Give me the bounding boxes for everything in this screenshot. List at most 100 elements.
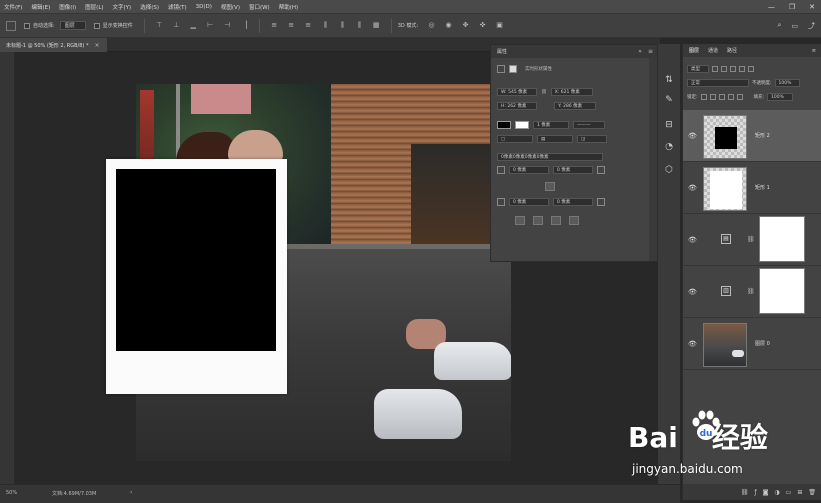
close-tab-icon[interactable]: × [94, 42, 99, 49]
collapse-icon[interactable]: » [638, 48, 642, 55]
tab-layers[interactable]: 图层 [689, 47, 699, 54]
align-left-icon[interactable]: ⊢ [206, 21, 215, 30]
filter-adjustment-icon[interactable] [721, 66, 727, 72]
distribute-top-icon[interactable]: ≡ [270, 21, 279, 30]
opacity-field[interactable]: 100% [774, 79, 801, 87]
align-hcenter-icon[interactable]: ⊣ [223, 21, 232, 30]
3d-slide-icon[interactable]: ✜ [478, 21, 487, 30]
3d-rotate-icon[interactable]: ◎ [427, 21, 436, 30]
close-button[interactable]: ✕ [809, 3, 815, 11]
link-icon[interactable]: ⛓ [541, 90, 547, 95]
zoom-level[interactable]: 50% [6, 490, 17, 496]
document-tab[interactable]: 未标题-1 @ 50% (矩形 2, RGB/8) * × [0, 38, 108, 52]
menu-layer[interactable]: 图层(L) [85, 3, 103, 11]
auto-select-target-dropdown[interactable]: 图层 [59, 21, 86, 30]
intersect-shapes-button[interactable] [551, 216, 561, 225]
width-field[interactable]: W: 545 像素 [497, 88, 537, 96]
3d-roll-icon[interactable]: ◉ [444, 21, 453, 30]
properties-header[interactable]: 属性 [491, 45, 657, 58]
menu-view[interactable]: 视图(V) [221, 3, 240, 11]
3d-drag-icon[interactable]: ✥ [461, 21, 470, 30]
combine-shapes-button[interactable] [515, 216, 525, 225]
align-bottom-icon[interactable]: ▁ [189, 21, 198, 30]
brush-icon[interactable]: ✎ [663, 94, 675, 106]
adjustments-icon[interactable]: ⇅ [663, 74, 675, 86]
auto-align-icon[interactable]: ▦ [372, 21, 381, 30]
align-vcenter-icon[interactable]: ⊥ [172, 21, 181, 30]
layer-row[interactable]: 👁 ▥ ⛓ [683, 266, 821, 318]
tab-paths[interactable]: 路径 [727, 47, 737, 54]
exclude-shapes-button[interactable] [569, 216, 579, 225]
layer-mask-thumbnail[interactable] [759, 268, 805, 314]
3d-scale-icon[interactable]: ▣ [495, 21, 504, 30]
lock-transparency-icon[interactable] [700, 94, 707, 100]
transform-icon[interactable] [497, 65, 505, 73]
black-rectangle-shape[interactable] [116, 169, 276, 351]
distribute-hcenter-icon[interactable]: ⫼ [338, 21, 347, 30]
properties-icon[interactable]: ⊟ [663, 119, 675, 131]
tab-channels[interactable]: 通道 [708, 47, 718, 54]
workspace-icon[interactable]: ▭ [791, 22, 798, 30]
layer-filter-dropdown[interactable]: 类型 [687, 65, 709, 73]
history-icon[interactable]: ◔ [663, 141, 675, 153]
corner-bottom-left-field[interactable]: 0 像素 [509, 198, 549, 206]
align-right-icon[interactable]: ▕ [240, 21, 249, 30]
layer-row[interactable]: 👁 ▤ ⛓ [683, 214, 821, 266]
layer-row[interactable]: 👁 图层 0 [683, 318, 821, 370]
lock-position-icon[interactable] [718, 94, 725, 100]
white-rectangle-shape[interactable] [106, 159, 287, 394]
filter-shape-icon[interactable] [739, 66, 745, 72]
panel-menu-icon[interactable]: ≡ [648, 48, 653, 55]
layer-row[interactable]: 👁 矩形 2 [683, 110, 821, 162]
stroke-align-dropdown[interactable]: ▢ [497, 135, 533, 143]
corner-top-right-field[interactable]: 0 像素 [553, 166, 593, 174]
menu-select[interactable]: 选择(S) [140, 3, 159, 11]
filter-pixel-icon[interactable] [712, 66, 718, 72]
transform-controls-checkbox[interactable] [93, 22, 100, 29]
menu-file[interactable]: 文件(F) [4, 3, 22, 11]
visibility-eye-icon[interactable]: 👁 [688, 132, 697, 140]
link-corners-button[interactable] [545, 182, 555, 191]
menu-edit[interactable]: 编辑(E) [31, 3, 50, 11]
corner-radius-summary[interactable]: 0像素0像素0像素0像素 [497, 153, 603, 161]
menu-window[interactable]: 窗口(W) [249, 3, 270, 11]
layer-mask-thumbnail[interactable] [759, 216, 805, 262]
distribute-bottom-icon[interactable]: ≡ [304, 21, 313, 30]
menu-image[interactable]: 图像(I) [59, 3, 76, 11]
subtract-shape-button[interactable] [533, 216, 543, 225]
layer-name[interactable]: 矩形 1 [755, 184, 770, 191]
restore-button[interactable]: ❐ [789, 3, 795, 11]
visibility-eye-icon[interactable]: 👁 [688, 184, 697, 192]
lock-all-icon[interactable] [736, 94, 743, 100]
panel-menu-icon[interactable]: ≡ [812, 48, 816, 54]
stroke-swatch[interactable] [515, 121, 529, 129]
menu-help[interactable]: 帮助(H) [279, 3, 298, 11]
y-field[interactable]: Y: 286 像素 [554, 102, 596, 110]
lock-pixels-icon[interactable] [709, 94, 716, 100]
height-field[interactable]: H: 262 像素 [497, 102, 537, 110]
layer-name[interactable]: 图层 0 [755, 340, 770, 347]
layer-name[interactable]: 矩形 2 [755, 132, 770, 139]
distribute-center-icon[interactable]: ≡ [287, 21, 296, 30]
filter-type-icon[interactable] [730, 66, 736, 72]
stroke-corner-dropdown[interactable]: ◲ [577, 135, 607, 143]
auto-select-checkbox[interactable] [24, 22, 30, 29]
menu-type[interactable]: 文字(Y) [113, 3, 132, 11]
lock-artboard-icon[interactable] [727, 94, 734, 100]
search-icon[interactable]: ⌕ [777, 21, 781, 30]
distribute-right-icon[interactable]: ⫼ [355, 21, 364, 30]
visibility-eye-icon[interactable]: 👁 [688, 288, 697, 296]
fill-swatch[interactable] [497, 121, 511, 129]
corner-top-left-field[interactable]: 0 像素 [509, 166, 549, 174]
share-icon[interactable]: ⤴ [808, 21, 815, 31]
3d-icon[interactable]: ⬡ [663, 164, 675, 176]
menu-filter[interactable]: 滤镜(T) [168, 3, 187, 11]
stroke-width-field[interactable]: 1 像素 [533, 121, 569, 129]
mask-icon[interactable] [509, 65, 517, 73]
move-tool-icon[interactable] [6, 20, 16, 31]
corner-bottom-right-field[interactable]: 0 像素 [553, 198, 593, 206]
distribute-left-icon[interactable]: ⫼ [321, 21, 330, 30]
filter-smart-icon[interactable] [748, 66, 754, 72]
menu-3d[interactable]: 3D(D) [196, 4, 212, 10]
align-top-icon[interactable]: ⊤ [155, 21, 164, 30]
